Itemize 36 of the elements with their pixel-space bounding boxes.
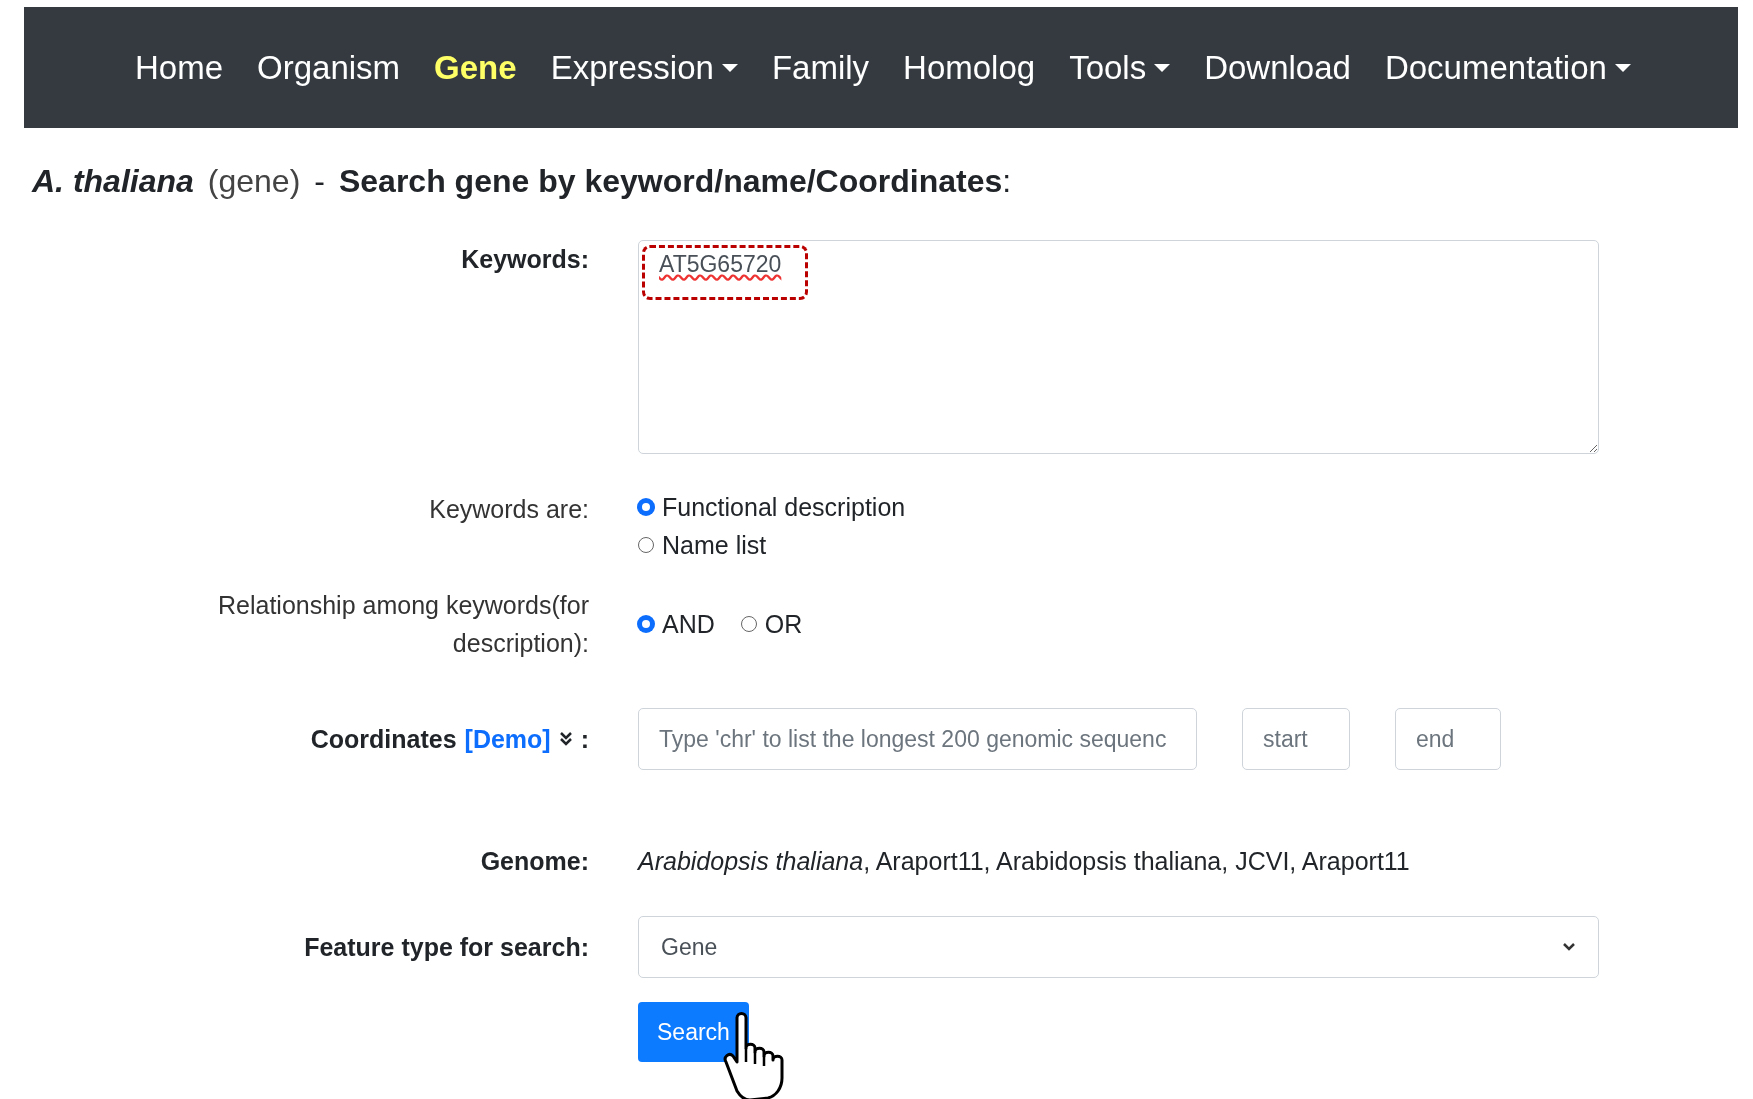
radio-button[interactable] — [638, 499, 654, 515]
radio-option[interactable]: AND — [638, 586, 715, 662]
sequence-field[interactable]: Type 'chr' to list the longest 200 genomic sequenc — [638, 708, 1197, 770]
demo-link[interactable]: [Demo] — [464, 709, 551, 769]
start-field[interactable]: start — [1242, 708, 1350, 770]
genome-value: Arabidopsis thaliana, Araport11, Arabidopsis thaliana, JCVI, Araport11 — [638, 846, 1411, 877]
search-button[interactable]: Search — [638, 1002, 749, 1062]
nav-link[interactable]: Documentation — [1367, 48, 1648, 87]
separator: - — [314, 163, 325, 200]
radio-option[interactable]: Functional description — [638, 490, 1599, 524]
double-chevron-icon[interactable] — [558, 731, 573, 747]
colon: : — [580, 724, 589, 755]
nav-link[interactable]: Home — [118, 48, 241, 87]
nav-link[interactable]: Homolog — [886, 48, 1053, 87]
form-label: Keywords are: — [428, 494, 589, 525]
form-label: Keywords: — [460, 244, 589, 275]
form-label: Coordinates — [310, 724, 457, 755]
feature-type-select[interactable]: Gene — [638, 916, 1599, 978]
radio-button[interactable] — [638, 616, 654, 632]
nav-link[interactable]: Organism — [240, 48, 418, 87]
form-label: Feature type for search: — [303, 932, 589, 963]
nav-link[interactable]: Family — [754, 48, 887, 87]
radio-option[interactable]: OR — [740, 586, 803, 662]
form-label: Relationship among keywords(for description): — [217, 590, 589, 659]
end-field[interactable]: end — [1395, 708, 1501, 770]
nav-link[interactable]: Expression — [533, 48, 755, 87]
nav-link[interactable]: Tools — [1052, 48, 1188, 87]
nav-link[interactable]: Download — [1187, 48, 1368, 87]
chevron-down-icon — [1562, 942, 1576, 952]
page-type: (gene) — [207, 163, 301, 200]
organism-name: A. thaliana — [32, 163, 194, 200]
page-heading: Search gene by keyword/name/Coordinates: — [338, 163, 1012, 200]
nav-link[interactable]: Gene — [417, 48, 534, 87]
keywords-field[interactable]: AT5G65720 — [638, 240, 1599, 454]
form-label: Genome: — [479, 846, 589, 877]
radio-option[interactable]: Name list — [638, 528, 1599, 562]
